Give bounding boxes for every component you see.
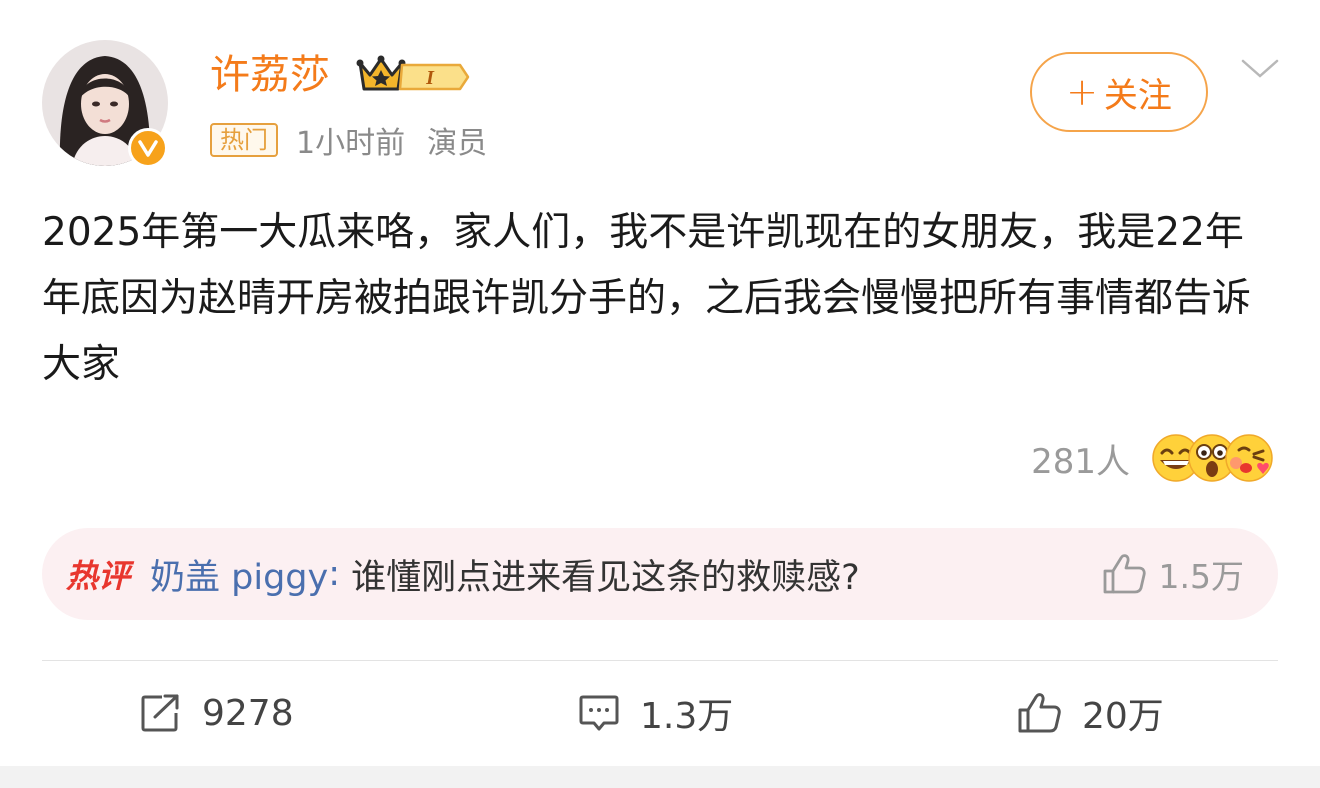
comment-like-count: 1.5万 xyxy=(1158,557,1244,596)
commenter-name[interactable]: 奶盖 piggy xyxy=(150,549,328,600)
bottom-separator xyxy=(0,766,1320,788)
hot-comment-label: 热评 xyxy=(66,557,131,595)
comment-count: 1.3万 xyxy=(640,696,734,737)
comment-button[interactable]: 1.3万 xyxy=(578,688,733,738)
like-button[interactable]: 20万 xyxy=(1016,688,1164,738)
follow-label: 关注 xyxy=(1103,75,1172,116)
repost-count: 9278 xyxy=(202,692,294,734)
chevron-down-icon[interactable] xyxy=(1240,56,1280,86)
plus-icon: + xyxy=(1066,70,1098,114)
like-count: 20万 xyxy=(1082,696,1164,737)
reaction-emojis xyxy=(1152,434,1273,482)
post-content: 2025年第一大瓜来咯，家人们，我不是许凯现在的女朋友，我是22年年底因为赵晴开… xyxy=(42,210,1252,387)
comment-icon xyxy=(579,695,619,731)
divider xyxy=(42,660,1278,661)
verified-badge-icon xyxy=(128,128,168,168)
comment-like-button[interactable]: 1.5万 xyxy=(1101,550,1244,598)
hot-comment[interactable]: 热评 奶盖 piggy : 谁懂刚点进来看见这条的救赎感? 1.5万 xyxy=(42,528,1278,620)
post-time: 1小时前 xyxy=(296,126,406,161)
comment-text: 谁懂刚点进来看见这条的救赎感? xyxy=(351,557,860,598)
level-text: I xyxy=(425,67,435,89)
author-name[interactable]: 许荔莎 xyxy=(210,50,330,100)
repost-button[interactable]: 9278 xyxy=(140,688,294,738)
follow-button[interactable]: + 关注 xyxy=(1030,52,1208,132)
hot-tag[interactable]: 热门 xyxy=(210,123,278,157)
reactions-summary[interactable]: 281人 xyxy=(1031,432,1276,484)
kiss-emoji-icon xyxy=(1225,434,1273,482)
thumbs-up-icon xyxy=(1103,554,1146,594)
repost-icon xyxy=(141,694,179,732)
author-role: 演员 xyxy=(427,126,488,161)
crown-icon xyxy=(356,55,406,91)
reactions-count: 281人 xyxy=(1031,441,1130,482)
comment-separator: : xyxy=(328,554,352,594)
thumbs-up-icon xyxy=(1018,693,1061,733)
member-level-badge[interactable]: I xyxy=(356,53,471,101)
post-meta: 热门 1小时前 演员 xyxy=(210,120,488,161)
